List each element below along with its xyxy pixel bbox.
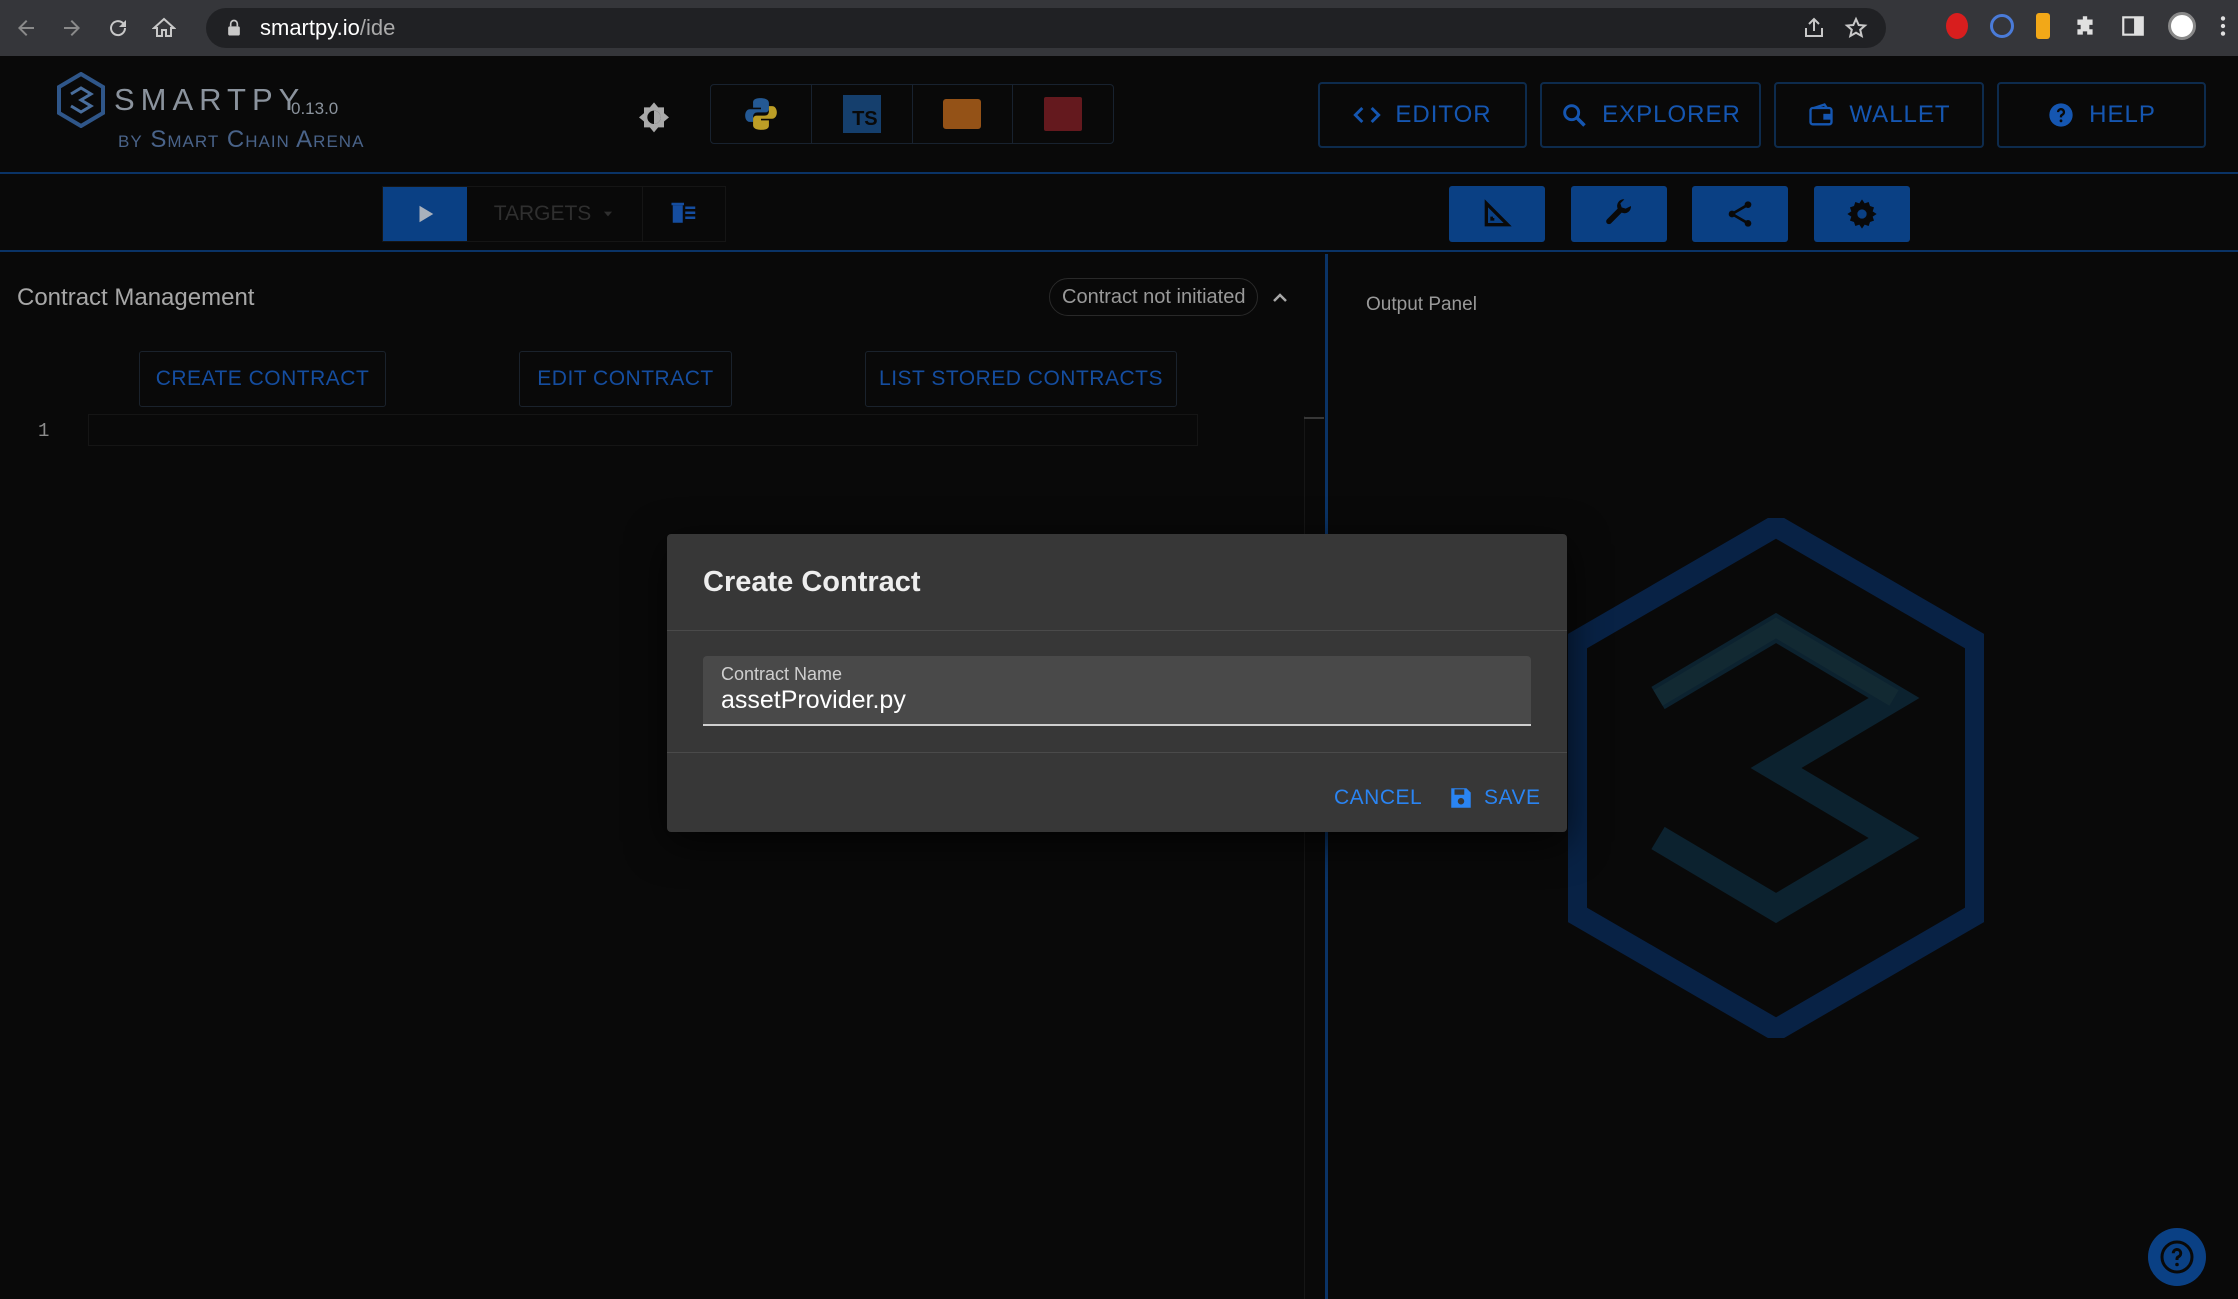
save-icon xyxy=(1451,788,1471,808)
home-icon[interactable] xyxy=(144,8,184,48)
save-button[interactable]: SAVE xyxy=(1448,778,1540,818)
forward-icon[interactable] xyxy=(52,8,92,48)
bookmark-star-icon[interactable] xyxy=(1844,16,1868,40)
browser-toolbar: smartpy.io/ide xyxy=(0,0,2238,56)
address-bar[interactable]: smartpy.io/ide xyxy=(206,8,1886,48)
dialog-divider xyxy=(667,752,1567,753)
extension-key-icon[interactable] xyxy=(2036,13,2050,39)
contract-name-input[interactable] xyxy=(721,686,1521,715)
save-label: SAVE xyxy=(1484,786,1541,809)
extension-blue-icon[interactable] xyxy=(1990,14,2014,38)
back-icon[interactable] xyxy=(6,8,46,48)
create-contract-dialog: Create Contract Contract Name CANCEL SAV… xyxy=(667,534,1567,832)
profile-avatar-icon[interactable] xyxy=(2168,12,2196,40)
dialog-title: Create Contract xyxy=(703,566,921,598)
share-page-icon[interactable] xyxy=(1802,16,1826,40)
extensions-puzzle-icon[interactable] xyxy=(2072,13,2098,39)
cancel-button[interactable]: CANCEL xyxy=(1334,778,1422,818)
extension-red-icon[interactable] xyxy=(1946,13,1968,39)
browser-menu-icon[interactable] xyxy=(2218,13,2228,39)
contract-name-label: Contract Name xyxy=(721,664,843,684)
contract-name-field[interactable]: Contract Name xyxy=(703,656,1531,726)
url-text: smartpy.io/ide xyxy=(260,15,396,40)
cancel-label: CANCEL xyxy=(1334,786,1423,809)
reload-icon[interactable] xyxy=(98,8,138,48)
lock-icon xyxy=(228,19,240,36)
dialog-divider xyxy=(667,630,1567,631)
side-panel-icon[interactable] xyxy=(2120,13,2146,39)
